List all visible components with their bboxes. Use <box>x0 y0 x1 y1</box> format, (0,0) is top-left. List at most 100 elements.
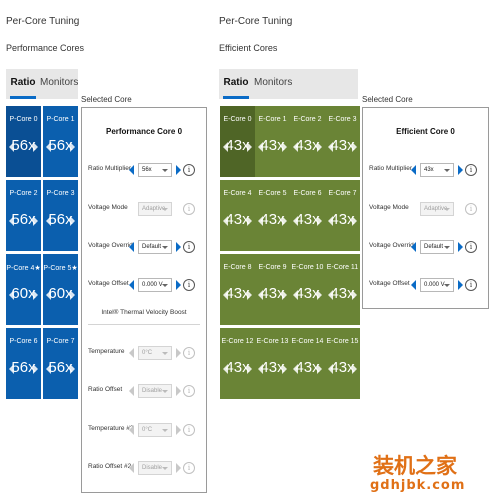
tab-ratio[interactable]: Ratio <box>223 69 249 99</box>
core-tile-name: E-Core 6 <box>293 190 322 197</box>
info-icon[interactable]: i <box>465 164 477 176</box>
core-tile-e12[interactable]: E-Core 12 43x <box>220 328 255 399</box>
core-tile-e10[interactable]: E-Core 10 43x <box>290 254 325 325</box>
info-icon: i <box>465 203 477 215</box>
ratio-offset-2-label: Ratio Offset #2 <box>88 463 132 470</box>
core-tile-ratio: 43x <box>292 285 323 302</box>
ratio-offset-select: Disable <box>138 384 172 398</box>
decrease-arrow-icon[interactable] <box>411 242 416 252</box>
core-tile-ratio: 56x <box>45 137 76 154</box>
increase-arrow-icon[interactable] <box>176 280 181 290</box>
decrease-arrow-icon[interactable] <box>411 165 416 175</box>
core-tile-e14[interactable]: E-Core 14 43x <box>290 328 325 399</box>
core-tile-name: P-Core 1 <box>46 116 75 123</box>
ratio-multiplier-select[interactable]: 56x <box>138 163 172 177</box>
core-tile-e13[interactable]: E-Core 13 43x <box>255 328 290 399</box>
voltage-mode-label: Voltage Mode <box>88 204 128 211</box>
selected-core-caption: Selected Core <box>81 95 132 104</box>
left-page-title: Per-Core Tuning <box>6 16 80 27</box>
core-tile-e5[interactable]: E-Core 5 43x <box>255 180 290 251</box>
core-tile-name: E-Core 1 <box>258 116 287 123</box>
core-tile-name: E-Core 15 <box>326 338 359 345</box>
ratio-multiplier-label: Ratio Multiplier <box>369 165 412 172</box>
decrease-arrow-icon <box>129 386 134 396</box>
core-tile-name: E-Core 12 <box>221 338 254 345</box>
performance-core-panel: Performance Core 0 Ratio Multiplier 56x … <box>81 107 207 493</box>
voltage-offset-select[interactable]: 0.000 V <box>420 278 454 292</box>
tab-monitors[interactable]: Monitors <box>40 69 78 99</box>
core-tile-e8[interactable]: E-Core 8 43x <box>220 254 255 325</box>
select-value: Disable <box>142 388 163 394</box>
dropdown-caret-icon <box>162 429 168 432</box>
info-icon: i <box>183 424 195 436</box>
voltage-override-select[interactable]: Default <box>420 240 454 254</box>
info-icon[interactable]: i <box>465 241 477 253</box>
increase-arrow-icon[interactable] <box>458 242 463 252</box>
core-tile-ratio: 43x <box>222 211 253 228</box>
core-tile-ratio: 43x <box>257 137 288 154</box>
info-icon[interactable]: i <box>183 279 195 291</box>
select-value: Disable <box>142 465 163 471</box>
panel-title: Efficient Core 0 <box>396 127 455 136</box>
tab-ratio[interactable]: Ratio <box>10 69 36 99</box>
ratio-multiplier-select[interactable]: 43x <box>420 163 454 177</box>
core-tile-ratio: 43x <box>327 211 358 228</box>
dropdown-caret-icon <box>162 246 168 249</box>
core-tile-name: P-Core 7 <box>46 338 75 345</box>
decrease-arrow-icon[interactable] <box>411 280 416 290</box>
right-section-subtitle: Efficient Cores <box>219 43 278 53</box>
voltage-mode-label: Voltage Mode <box>369 204 409 211</box>
core-tile-ratio: 43x <box>327 137 358 154</box>
select-value: Default <box>424 244 444 250</box>
decrease-arrow-icon <box>129 425 134 435</box>
dropdown-caret-icon <box>162 284 168 287</box>
info-icon: i <box>183 462 195 474</box>
core-tile-e1[interactable]: E-Core 1 43x <box>255 106 290 177</box>
increase-arrow-icon[interactable] <box>176 165 181 175</box>
core-tile-ratio: 43x <box>327 285 358 302</box>
dropdown-caret-icon <box>444 246 450 249</box>
dropdown-caret-icon <box>444 208 450 211</box>
info-icon: i <box>183 203 195 215</box>
core-tile-p5[interactable]: P-Core 5★ 60x <box>43 254 78 325</box>
core-tile-p0[interactable]: P-Core 0 56x <box>6 106 41 177</box>
core-tile-e15[interactable]: E-Core 15 43x <box>325 328 360 399</box>
core-tile-e3[interactable]: E-Core 3 43x <box>325 106 360 177</box>
core-tile-name: E-Core 10 <box>291 264 324 271</box>
voltage-offset-select[interactable]: 0.000 V <box>138 278 172 292</box>
voltage-override-select[interactable]: Default <box>138 240 172 254</box>
core-tile-p7[interactable]: P-Core 7 56x <box>43 328 78 399</box>
temperature-2-select: 0°C <box>138 423 172 437</box>
decrease-arrow-icon[interactable] <box>129 242 134 252</box>
core-tile-e7[interactable]: E-Core 7 43x <box>325 180 360 251</box>
dropdown-caret-icon <box>444 284 450 287</box>
core-tile-p1[interactable]: P-Core 1 56x <box>43 106 78 177</box>
increase-arrow-icon[interactable] <box>458 165 463 175</box>
core-tile-e4[interactable]: E-Core 4 43x <box>220 180 255 251</box>
core-tile-e6[interactable]: E-Core 6 43x <box>290 180 325 251</box>
core-tile-p2[interactable]: P-Core 2 56x <box>6 180 41 251</box>
increase-arrow-icon[interactable] <box>458 280 463 290</box>
select-value: 43x <box>424 167 434 173</box>
info-icon[interactable]: i <box>183 164 195 176</box>
core-tile-e11[interactable]: E-Core 11 43x <box>325 254 360 325</box>
core-tile-p3[interactable]: P-Core 3 56x <box>43 180 78 251</box>
info-icon[interactable]: i <box>465 279 477 291</box>
dropdown-caret-icon <box>162 467 168 470</box>
core-tile-name: E-Core 14 <box>291 338 324 345</box>
core-tile-e9[interactable]: E-Core 9 43x <box>255 254 290 325</box>
core-tile-p4[interactable]: P-Core 4★ 60x <box>6 254 41 325</box>
core-tile-name: E-Core 9 <box>258 264 287 271</box>
core-tile-name: P-Core 6 <box>9 338 38 345</box>
core-tile-e2[interactable]: E-Core 2 43x <box>290 106 325 177</box>
core-tile-ratio: 60x <box>45 285 76 302</box>
decrease-arrow-icon[interactable] <box>129 280 134 290</box>
core-tile-ratio: 56x <box>8 137 39 154</box>
tab-monitors[interactable]: Monitors <box>254 69 294 99</box>
core-tile-e0[interactable]: E-Core 0 43x <box>220 106 255 177</box>
core-tile-ratio: 43x <box>327 359 358 376</box>
decrease-arrow-icon[interactable] <box>129 165 134 175</box>
core-tile-p6[interactable]: P-Core 6 56x <box>6 328 41 399</box>
info-icon[interactable]: i <box>183 241 195 253</box>
increase-arrow-icon[interactable] <box>176 242 181 252</box>
